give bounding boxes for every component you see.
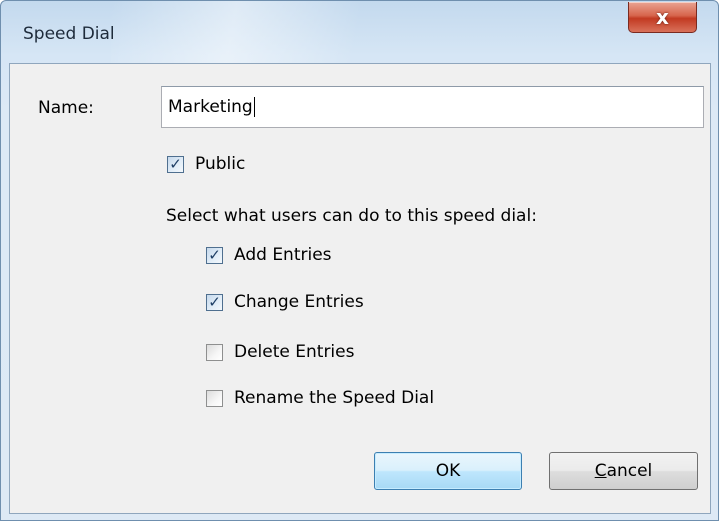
permission-add-entries-row[interactable]: ✓ Add Entries bbox=[206, 244, 332, 266]
rename-speed-dial-label: Rename the Speed Dial bbox=[234, 388, 435, 408]
public-checkbox-row[interactable]: ✓ Public bbox=[167, 153, 245, 175]
rename-speed-dial-checkbox[interactable] bbox=[206, 389, 223, 407]
delete-entries-label: Delete Entries bbox=[234, 342, 355, 362]
window-title: Speed Dial bbox=[23, 24, 115, 44]
speed-dial-dialog: Speed Dial x Name: Marketing ✓ Public Se… bbox=[0, 0, 719, 521]
permission-change-entries-row[interactable]: ✓ Change Entries bbox=[206, 291, 364, 313]
cancel-label-rest: ancel bbox=[606, 461, 653, 481]
public-label: Public bbox=[195, 154, 246, 174]
dialog-body: Name: Marketing ✓ Public Select what use… bbox=[9, 63, 711, 514]
checkmark-icon: ✓ bbox=[208, 292, 221, 311]
change-entries-label: Change Entries bbox=[234, 292, 364, 312]
close-icon: x bbox=[656, 5, 669, 29]
close-button[interactable]: x bbox=[628, 2, 697, 33]
ok-button[interactable]: OK bbox=[374, 452, 522, 490]
name-label: Name: bbox=[38, 98, 94, 118]
name-input-value: Marketing bbox=[168, 97, 253, 117]
permission-rename-speed-dial-row[interactable]: Rename the Speed Dial bbox=[206, 387, 434, 409]
checkmark-icon: ✓ bbox=[208, 245, 221, 264]
cancel-button[interactable]: Cancel bbox=[549, 452, 698, 490]
name-input[interactable]: Marketing bbox=[161, 86, 704, 128]
delete-entries-checkbox[interactable] bbox=[206, 343, 223, 361]
permission-delete-entries-row[interactable]: Delete Entries bbox=[206, 341, 354, 363]
add-entries-checkbox[interactable]: ✓ bbox=[206, 245, 223, 264]
change-entries-checkbox[interactable]: ✓ bbox=[206, 292, 223, 311]
text-caret bbox=[253, 97, 255, 117]
cancel-mnemonic: C bbox=[594, 461, 607, 481]
checkmark-icon: ✓ bbox=[169, 154, 182, 173]
add-entries-label: Add Entries bbox=[234, 245, 332, 265]
public-checkbox[interactable]: ✓ bbox=[167, 154, 184, 173]
permissions-instruction: Select what users can do to this speed d… bbox=[166, 206, 537, 226]
